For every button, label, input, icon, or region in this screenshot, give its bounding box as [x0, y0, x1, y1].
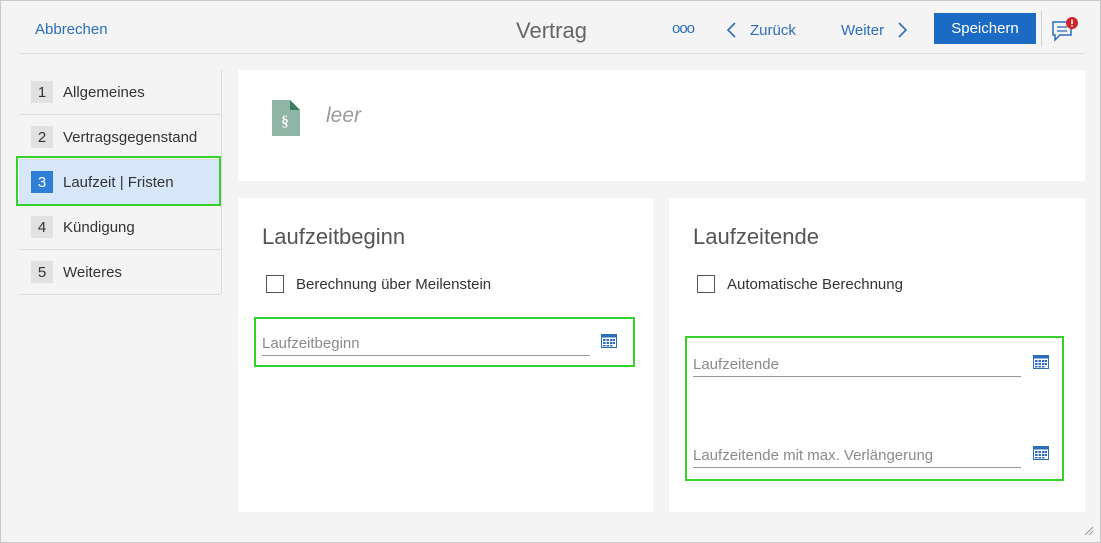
- step-label: Vertragsgegenstand: [63, 128, 198, 146]
- step-number: 4: [31, 216, 53, 238]
- header-separator: [19, 53, 1085, 54]
- checkbox-label: Berechnung über Meilenstein: [296, 275, 492, 293]
- svg-text:§: §: [281, 114, 289, 130]
- step-label: Weiteres: [63, 263, 122, 281]
- more-options-button[interactable]: ooo: [672, 20, 695, 37]
- back-button[interactable]: Zurück: [724, 19, 796, 41]
- chevron-right-icon: [898, 22, 908, 38]
- step-vertragsgegenstand[interactable]: 2 Vertragsgegenstand: [19, 115, 221, 160]
- checkbox-box[interactable]: [266, 275, 284, 293]
- back-label: Zurück: [750, 21, 796, 39]
- highlight-end-fields: [685, 336, 1064, 481]
- messages-alert-icon[interactable]: [1050, 16, 1080, 44]
- contract-document-icon: §: [272, 100, 300, 136]
- page-title: Vertrag: [516, 18, 587, 43]
- end-section-title: Laufzeitende: [693, 224, 819, 249]
- step-allgemeines[interactable]: 1 Allgemeines: [19, 70, 221, 115]
- start-section-title: Laufzeitbeginn: [262, 224, 406, 249]
- document-panel: § leer: [238, 70, 1085, 181]
- step-number: 1: [31, 81, 53, 103]
- header-divider: [1041, 11, 1042, 47]
- save-button[interactable]: Speichern: [934, 13, 1036, 44]
- empty-placeholder-text: leer: [326, 104, 362, 127]
- sidebar-divider: [221, 70, 222, 294]
- step-number: 2: [31, 126, 53, 148]
- next-button[interactable]: Weiter: [841, 19, 910, 41]
- step-kuendigung[interactable]: 4 Kündigung: [19, 205, 221, 250]
- checkbox-label: Automatische Berechnung: [727, 275, 903, 293]
- app-window: Abbrechen Vertrag ooo Zurück Weiter Spei…: [0, 0, 1101, 543]
- highlight-start-field: [254, 317, 635, 367]
- step-label: Kündigung: [63, 218, 135, 236]
- automatic-calculation-checkbox[interactable]: Automatische Berechnung: [697, 275, 903, 293]
- step-number: 5: [31, 261, 53, 283]
- resize-grip-icon[interactable]: [1082, 524, 1094, 536]
- highlight-active-step: [16, 156, 221, 206]
- cancel-link[interactable]: Abbrechen: [35, 21, 108, 38]
- next-label: Weiter: [841, 21, 885, 39]
- chevron-left-icon: [726, 22, 736, 38]
- milestone-calculation-checkbox[interactable]: Berechnung über Meilenstein: [266, 275, 491, 293]
- step-label: Allgemeines: [63, 83, 145, 101]
- step-weiteres[interactable]: 5 Weiteres: [19, 250, 221, 295]
- checkbox-box[interactable]: [697, 275, 715, 293]
